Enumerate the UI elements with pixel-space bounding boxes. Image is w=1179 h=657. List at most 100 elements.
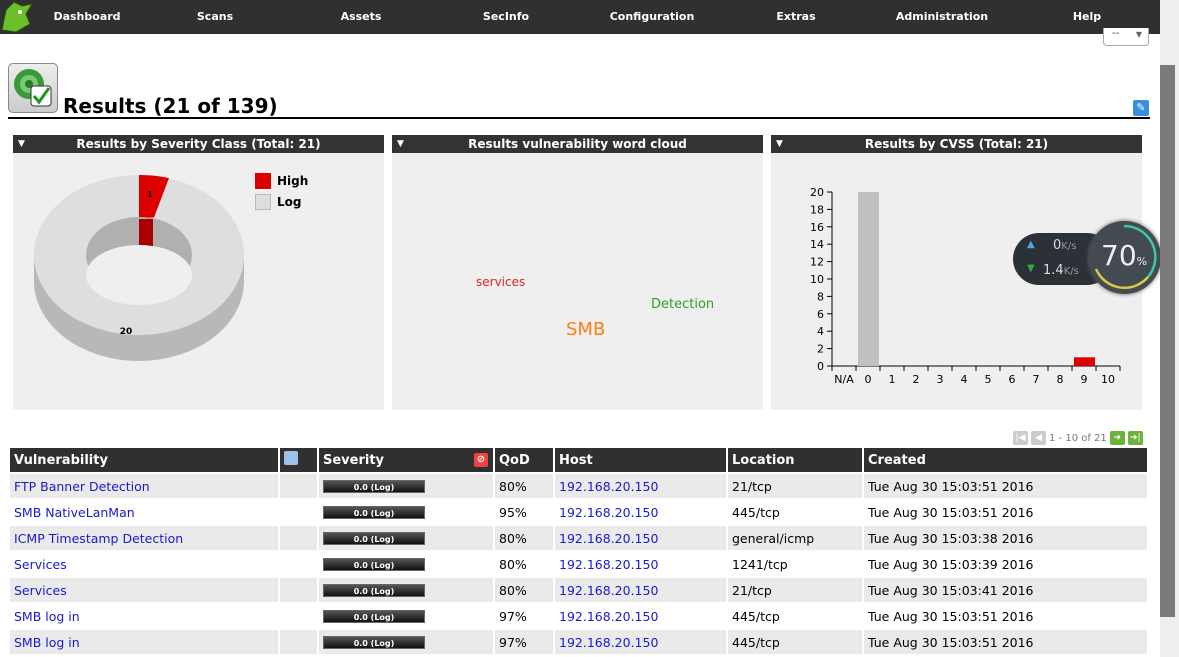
col-vulnerability[interactable]: Vulnerability xyxy=(10,448,278,472)
collapse-triangle-icon[interactable]: ▼ xyxy=(776,135,783,153)
x-tick-label: 4 xyxy=(961,373,968,386)
nav-extras[interactable]: Extras xyxy=(776,10,815,23)
upload-arrow-icon: ▲ xyxy=(1027,239,1035,250)
created-cell: Tue Aug 30 15:03:51 2016 xyxy=(868,504,1034,520)
location-cell: 445/tcp xyxy=(732,504,780,520)
host-link[interactable]: 192.168.20.150 xyxy=(559,635,658,650)
vulnerability-link[interactable]: Services xyxy=(14,583,67,598)
severity-bar: 0.0 (Log) xyxy=(323,479,425,493)
location-cell: 445/tcp xyxy=(732,608,780,624)
vulnerability-link[interactable]: ICMP Timestamp Detection xyxy=(14,531,183,546)
qod-cell: 95% xyxy=(499,504,527,520)
col-created[interactable]: Created xyxy=(864,448,1147,472)
donut-label-log: 20 xyxy=(120,327,133,337)
vulnerability-cell: Services xyxy=(10,578,278,602)
host-link[interactable]: 192.168.20.150 xyxy=(559,479,658,494)
nav-configuration[interactable]: Configuration xyxy=(610,10,695,23)
cpu-percent: 70% xyxy=(1101,239,1148,272)
word-detection[interactable]: Detection xyxy=(651,297,714,312)
x-tick-label: 2 xyxy=(913,373,920,386)
host-link[interactable]: 192.168.20.150 xyxy=(559,583,658,598)
host-link[interactable]: 192.168.20.150 xyxy=(559,531,658,546)
x-tick-label: 8 xyxy=(1057,373,1064,386)
prev-page-icon[interactable]: ◀ xyxy=(1031,431,1046,445)
collapse-triangle-icon[interactable]: ▼ xyxy=(397,135,404,153)
vulnerability-link[interactable]: FTP Banner Detection xyxy=(14,479,150,494)
host-cell: 192.168.20.150 xyxy=(555,552,726,576)
next-page-icon[interactable]: ➔ xyxy=(1109,431,1125,445)
wrench-icon[interactable]: ✎ xyxy=(1133,100,1149,116)
panel-header: ▼ Results by CVSS (Total: 21) xyxy=(771,135,1142,153)
solution-cell xyxy=(280,526,317,550)
word-smb[interactable]: SMB xyxy=(566,319,605,340)
y-tick-label: 6 xyxy=(817,308,824,321)
nav-assets[interactable]: Assets xyxy=(341,10,382,23)
filter-select-value: -- xyxy=(1112,28,1120,39)
solution-cell xyxy=(280,474,317,498)
nav-secinfo[interactable]: SecInfo xyxy=(483,10,529,23)
vulnerability-cell: SMB NativeLanMan xyxy=(10,500,278,524)
qod-cell: 80% xyxy=(495,526,553,550)
host-link[interactable]: 192.168.20.150 xyxy=(559,609,658,624)
host-link[interactable]: 192.168.20.150 xyxy=(559,557,658,572)
nav-help[interactable]: Help xyxy=(1073,10,1101,23)
puzzle-icon xyxy=(284,451,298,465)
results-radar-icon xyxy=(8,63,58,113)
solution-cell xyxy=(280,604,317,628)
location-cell: 445/tcp xyxy=(728,630,862,654)
created-cell: Tue Aug 30 15:03:51 2016 xyxy=(868,608,1034,624)
word-services[interactable]: services xyxy=(476,275,525,289)
table-row: Services 0.0 (Log) 80% 192.168.20.150 21… xyxy=(10,578,1147,602)
first-page-icon[interactable]: |◀ xyxy=(1013,431,1028,445)
col-host[interactable]: Host xyxy=(555,448,726,472)
title-divider xyxy=(8,117,1150,119)
severity-bar: 0.0 (Log) xyxy=(323,635,425,649)
created-cell: Tue Aug 30 15:03:38 2016 xyxy=(864,526,1147,550)
x-tick-label: 9 xyxy=(1081,373,1088,386)
solution-cell xyxy=(280,630,317,654)
override-icon[interactable]: ⊘ xyxy=(474,453,488,467)
host-cell: 192.168.20.150 xyxy=(555,604,726,628)
word-cloud-panel: ▼ Results vulnerability word cloud servic… xyxy=(392,135,763,410)
col-severity[interactable]: Severity ⊘ xyxy=(319,448,493,472)
vulnerability-link[interactable]: SMB NativeLanMan xyxy=(14,505,135,520)
severity-donut-chart: 1 20 xyxy=(34,174,244,361)
scrollbar-thumb[interactable] xyxy=(1160,65,1175,617)
nav-administration[interactable]: Administration xyxy=(896,10,988,23)
y-tick-label: 18 xyxy=(810,203,824,216)
severity-bar: 0.0 (Log) xyxy=(323,505,425,519)
vulnerability-link[interactable]: SMB log in xyxy=(14,635,80,650)
legend-swatch-log xyxy=(255,194,271,210)
x-tick-label: 3 xyxy=(937,373,944,386)
host-cell: 192.168.20.150 xyxy=(555,500,726,524)
collapse-triangle-icon[interactable]: ▼ xyxy=(18,135,25,153)
y-tick-label: 0 xyxy=(817,360,824,373)
col-qod[interactable]: QoD xyxy=(495,448,553,472)
results-table: Vulnerability Severity ⊘ QoD Host Locatio… xyxy=(8,446,1149,656)
nav-dashboard[interactable]: Dashboard xyxy=(53,10,120,23)
filter-select[interactable]: -- ▼ xyxy=(1103,28,1149,46)
host-link[interactable]: 192.168.20.150 xyxy=(559,505,658,520)
panel-header: ▼ Results by Severity Class (Total: 21) xyxy=(13,135,384,153)
col-location[interactable]: Location xyxy=(728,448,862,472)
cpu-gauge: 70% xyxy=(1088,221,1161,294)
x-tick-label: 5 xyxy=(985,373,992,386)
created-cell: Tue Aug 30 15:03:39 2016 xyxy=(868,556,1034,572)
y-tick-label: 8 xyxy=(817,290,824,303)
y-tick-label: 10 xyxy=(810,273,824,286)
created-cell: Tue Aug 30 15:03:51 2016 xyxy=(864,630,1147,654)
last-page-icon[interactable]: ➔| xyxy=(1127,431,1143,445)
vulnerability-link[interactable]: SMB log in xyxy=(14,609,80,624)
table-row: SMB log in 0.0 (Log) 97% 192.168.20.150 … xyxy=(10,630,1147,654)
panel-title: Results vulnerability word cloud xyxy=(468,137,687,151)
y-tick-label: 16 xyxy=(810,221,824,234)
panel-header: ▼ Results vulnerability word cloud xyxy=(392,135,763,153)
greenbone-logo-icon[interactable] xyxy=(0,0,34,34)
pagination: |◀ ◀ 1 - 10 of 21 ➔ ➔| xyxy=(1013,431,1143,445)
nav-scans[interactable]: Scans xyxy=(197,10,233,23)
donut-slice-high-inner xyxy=(139,219,153,247)
severity-cell: 0.0 (Log) xyxy=(319,630,493,654)
table-row: SMB NativeLanMan 0.0 (Log) 95% 192.168.2… xyxy=(10,500,1147,524)
vulnerability-link[interactable]: Services xyxy=(14,557,67,572)
solution-cell xyxy=(280,578,317,602)
